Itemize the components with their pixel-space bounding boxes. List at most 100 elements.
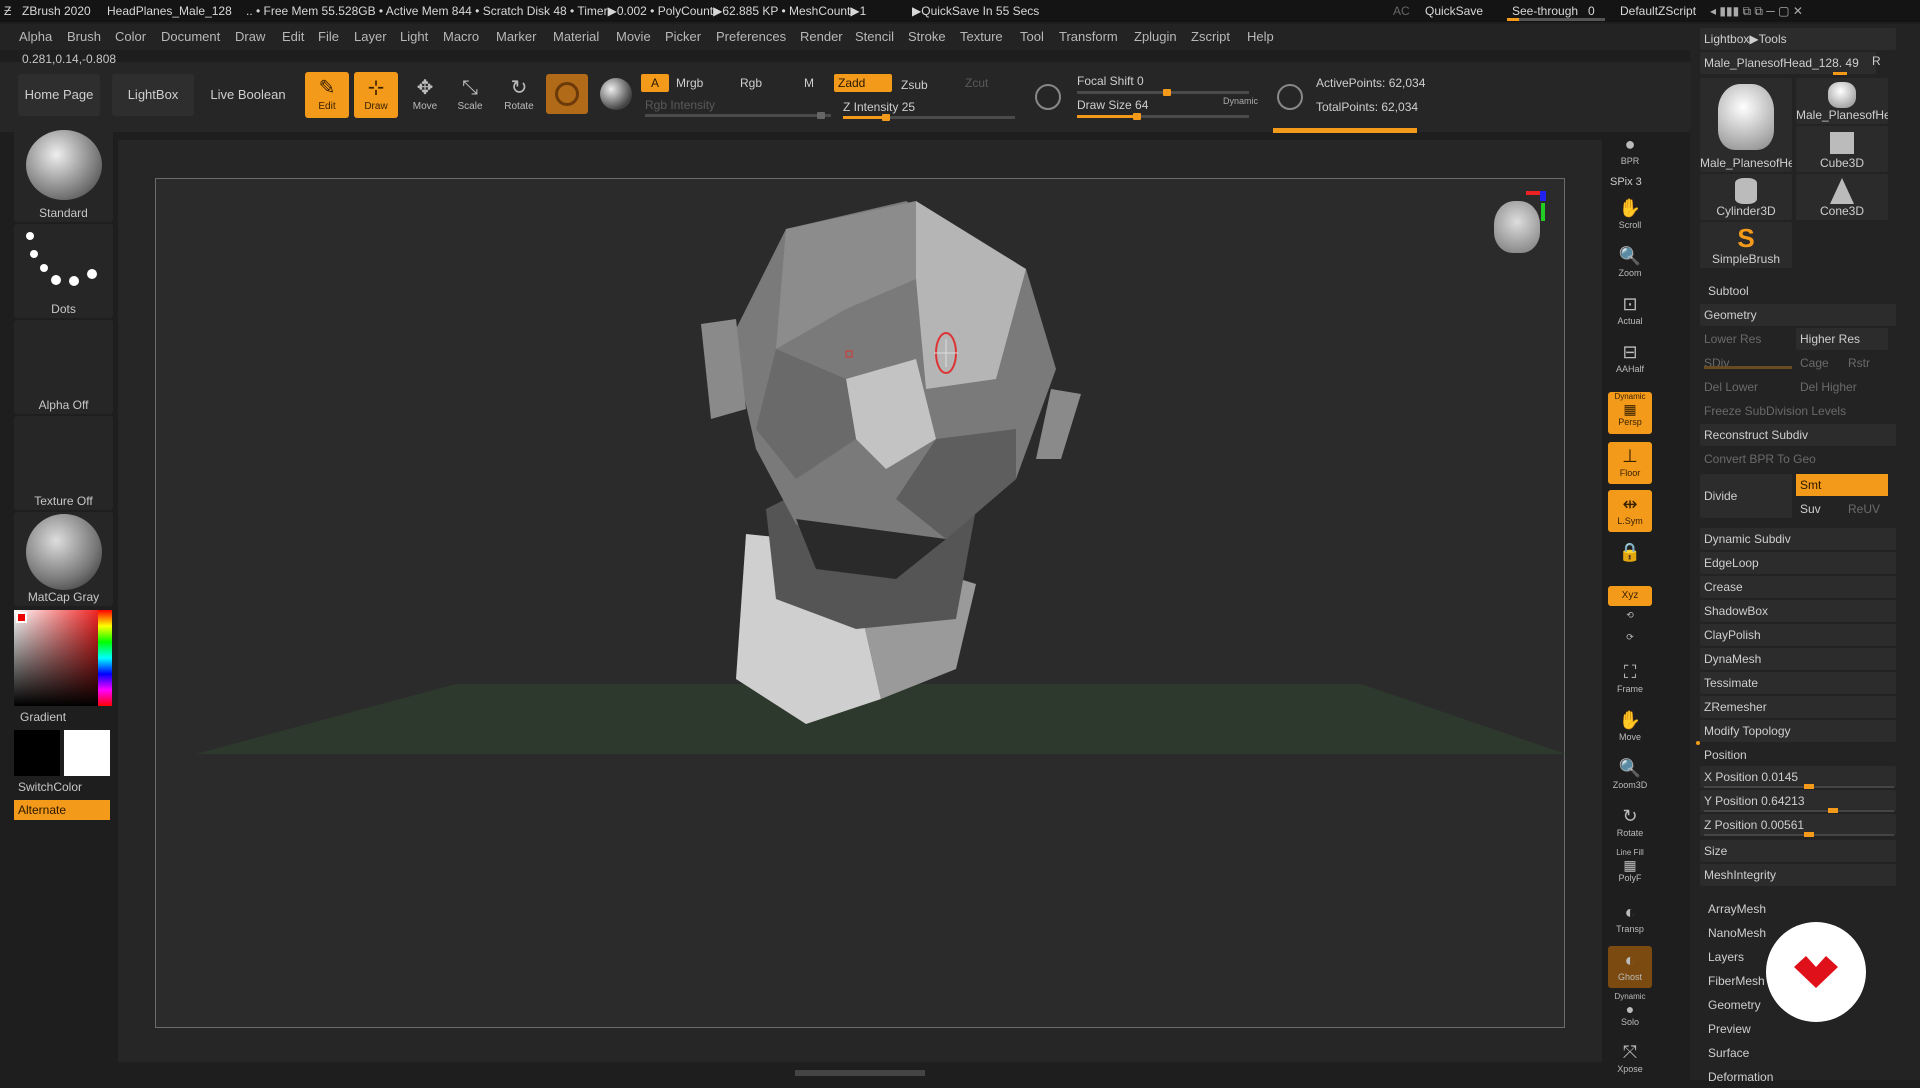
rotate-y-icon[interactable]: ⟲ (1608, 610, 1652, 630)
shadowbox-section[interactable]: ShadowBox (1700, 600, 1896, 622)
tool-thumb-male-planes-1[interactable]: Male_PlanesofHe (1700, 78, 1792, 172)
reuv-button[interactable]: ReUV (1844, 498, 1888, 520)
cage-button[interactable]: Cage (1796, 352, 1842, 374)
geometry-section[interactable]: Geometry (1700, 304, 1896, 326)
spotlight-s-icon[interactable] (1035, 84, 1061, 110)
current-tool-name[interactable]: Male_PlanesofHead_128. 49 (1700, 52, 1876, 74)
actual-button[interactable]: ⊡ Actual (1608, 290, 1652, 332)
alpha-selector[interactable]: Alpha Off (14, 320, 113, 414)
meshintegrity-section[interactable]: MeshIntegrity (1700, 864, 1896, 886)
menu-preferences[interactable]: Preferences (716, 29, 786, 44)
brush-selector[interactable]: Standard (14, 128, 113, 222)
menu-color[interactable]: Color (115, 29, 146, 44)
menu-material[interactable]: Material (553, 29, 599, 44)
default-zscript-button[interactable]: DefaultZScript (1620, 4, 1696, 18)
y-position-track[interactable] (1704, 808, 1894, 813)
draw-mode-button[interactable]: ⊹ Draw (354, 72, 398, 118)
freeze-subdivision-button[interactable]: Freeze SubDivision Levels (1700, 400, 1896, 422)
seethrough-slider[interactable] (1507, 18, 1605, 21)
zoom3d-button[interactable]: 🔍 Zoom3D (1608, 754, 1652, 796)
zsub-button[interactable]: Zsub (901, 78, 928, 92)
menu-transform[interactable]: Transform (1059, 29, 1118, 44)
seethrough-label[interactable]: See-through (1512, 4, 1578, 18)
switchcolor-button[interactable]: SwitchColor (18, 780, 82, 794)
menu-light[interactable]: Light (400, 29, 428, 44)
lazy-mouse-d-icon[interactable] (1277, 84, 1303, 110)
smt-toggle[interactable]: Smt (1796, 474, 1888, 496)
rgb-button[interactable]: Rgb (740, 76, 762, 90)
arraymesh-section[interactable]: ArrayMesh (1704, 898, 1900, 920)
menu-zplugin[interactable]: Zplugin (1134, 29, 1177, 44)
dynamic-subdiv-section[interactable]: Dynamic Subdiv (1700, 528, 1896, 550)
menu-draw[interactable]: Draw (235, 29, 265, 44)
lock-button[interactable]: 🔒 (1608, 538, 1652, 580)
main-color-swatch[interactable] (16, 612, 27, 623)
rotate-view-button[interactable]: ↻ Rotate (1608, 802, 1652, 844)
menu-brush[interactable]: Brush (67, 29, 101, 44)
menu-picker[interactable]: Picker (665, 29, 701, 44)
lightbox-button[interactable]: LightBox (112, 74, 194, 116)
menu-stroke[interactable]: Stroke (908, 29, 946, 44)
zadd-button[interactable]: Zadd (834, 74, 892, 92)
draw-sphere-icon[interactable] (600, 78, 632, 110)
head-model[interactable] (156, 179, 1566, 1029)
z-intensity-slider[interactable] (843, 114, 1015, 121)
menu-texture[interactable]: Texture (960, 29, 1003, 44)
lsym-button[interactable]: ⇹ L.Sym (1608, 490, 1652, 532)
edgeloop-section[interactable]: EdgeLoop (1700, 552, 1896, 574)
draw-size-slider[interactable] (1077, 113, 1249, 120)
deformation-section[interactable]: Deformation (1704, 1066, 1900, 1088)
xyz-button[interactable]: Xyz (1608, 586, 1652, 606)
xpose-button[interactable]: ⤧ Xpose (1608, 1038, 1652, 1080)
claypolish-section[interactable]: ClayPolish (1700, 624, 1896, 646)
rgb-intensity-slider[interactable] (645, 112, 831, 119)
move-mode-button[interactable]: ✥ Move (403, 72, 447, 118)
del-lower-button[interactable]: Del Lower (1700, 376, 1792, 398)
solo-button[interactable]: Dynamic ● Solo (1608, 992, 1652, 1034)
m-button[interactable]: M (804, 76, 814, 90)
alternate-button[interactable]: Alternate (14, 800, 110, 820)
polyf-button[interactable]: Line Fill ▦ PolyF (1608, 848, 1652, 890)
menu-layer[interactable]: Layer (354, 29, 387, 44)
zoom-button[interactable]: 🔍 Zoom (1608, 242, 1652, 284)
quicksave-button[interactable]: QuickSave (1425, 4, 1483, 18)
convert-bpr-button[interactable]: Convert BPR To Geo (1700, 448, 1896, 470)
stroke-selector[interactable]: Dots (14, 224, 113, 318)
higher-res-button[interactable]: Higher Res (1796, 328, 1888, 350)
menu-stencil[interactable]: Stencil (855, 29, 894, 44)
menu-render[interactable]: Render (800, 29, 843, 44)
ghost-button[interactable]: ◐ Ghost (1608, 946, 1652, 988)
z-position-track[interactable] (1704, 832, 1894, 837)
window-controls-icon[interactable]: ◂ ▮▮▮ ⧉ ⧉ ─ ▢ ✕ (1710, 4, 1803, 19)
suv-toggle[interactable]: Suv (1796, 498, 1842, 520)
texture-selector[interactable]: Texture Off (14, 416, 113, 510)
move-view-button[interactable]: ✋ Move (1608, 706, 1652, 748)
reconstruct-subdiv-button[interactable]: Reconstruct Subdiv (1700, 424, 1896, 446)
zcut-button[interactable]: Zcut (965, 76, 988, 90)
focal-shift-slider[interactable] (1077, 89, 1249, 96)
menu-movie[interactable]: Movie (616, 29, 651, 44)
menu-zscript[interactable]: Zscript (1191, 29, 1230, 44)
modify-topology-section[interactable]: Modify Topology (1700, 720, 1896, 742)
tool-thumb-simplebrush[interactable]: S SimpleBrush (1700, 222, 1792, 268)
surface-section[interactable]: Surface (1704, 1042, 1900, 1064)
document-canvas[interactable] (155, 178, 1566, 1029)
rotate-z-icon[interactable]: ⟳ (1608, 632, 1652, 652)
edit-mode-button[interactable]: ✎ Edit (305, 72, 349, 118)
menu-edit[interactable]: Edit (282, 29, 304, 44)
position-section[interactable]: Position (1700, 744, 1896, 766)
r-button[interactable]: R (1872, 54, 1881, 68)
tool-thumb-cone3d[interactable]: Cone3D (1796, 174, 1888, 220)
subtool-section[interactable]: Subtool (1704, 280, 1900, 302)
frame-button[interactable]: ⛶ Frame (1608, 658, 1652, 700)
material-selector[interactable]: MatCap Gray (14, 512, 113, 606)
dynamic-button[interactable]: Dynamic (1223, 96, 1258, 106)
transp-button[interactable]: ◐ Transp (1608, 898, 1652, 940)
ac-label[interactable]: AC (1393, 4, 1410, 18)
bottom-shelf-handle[interactable] (795, 1070, 925, 1076)
dynamesh-section[interactable]: DynaMesh (1700, 648, 1896, 670)
z-position-slider[interactable]: Z Position 0.00561 (1700, 814, 1896, 836)
lower-res-button[interactable]: Lower Res (1700, 328, 1792, 350)
crease-section[interactable]: Crease (1700, 576, 1896, 598)
geometry-hd-section[interactable]: Geometry HD (1704, 994, 1774, 1016)
